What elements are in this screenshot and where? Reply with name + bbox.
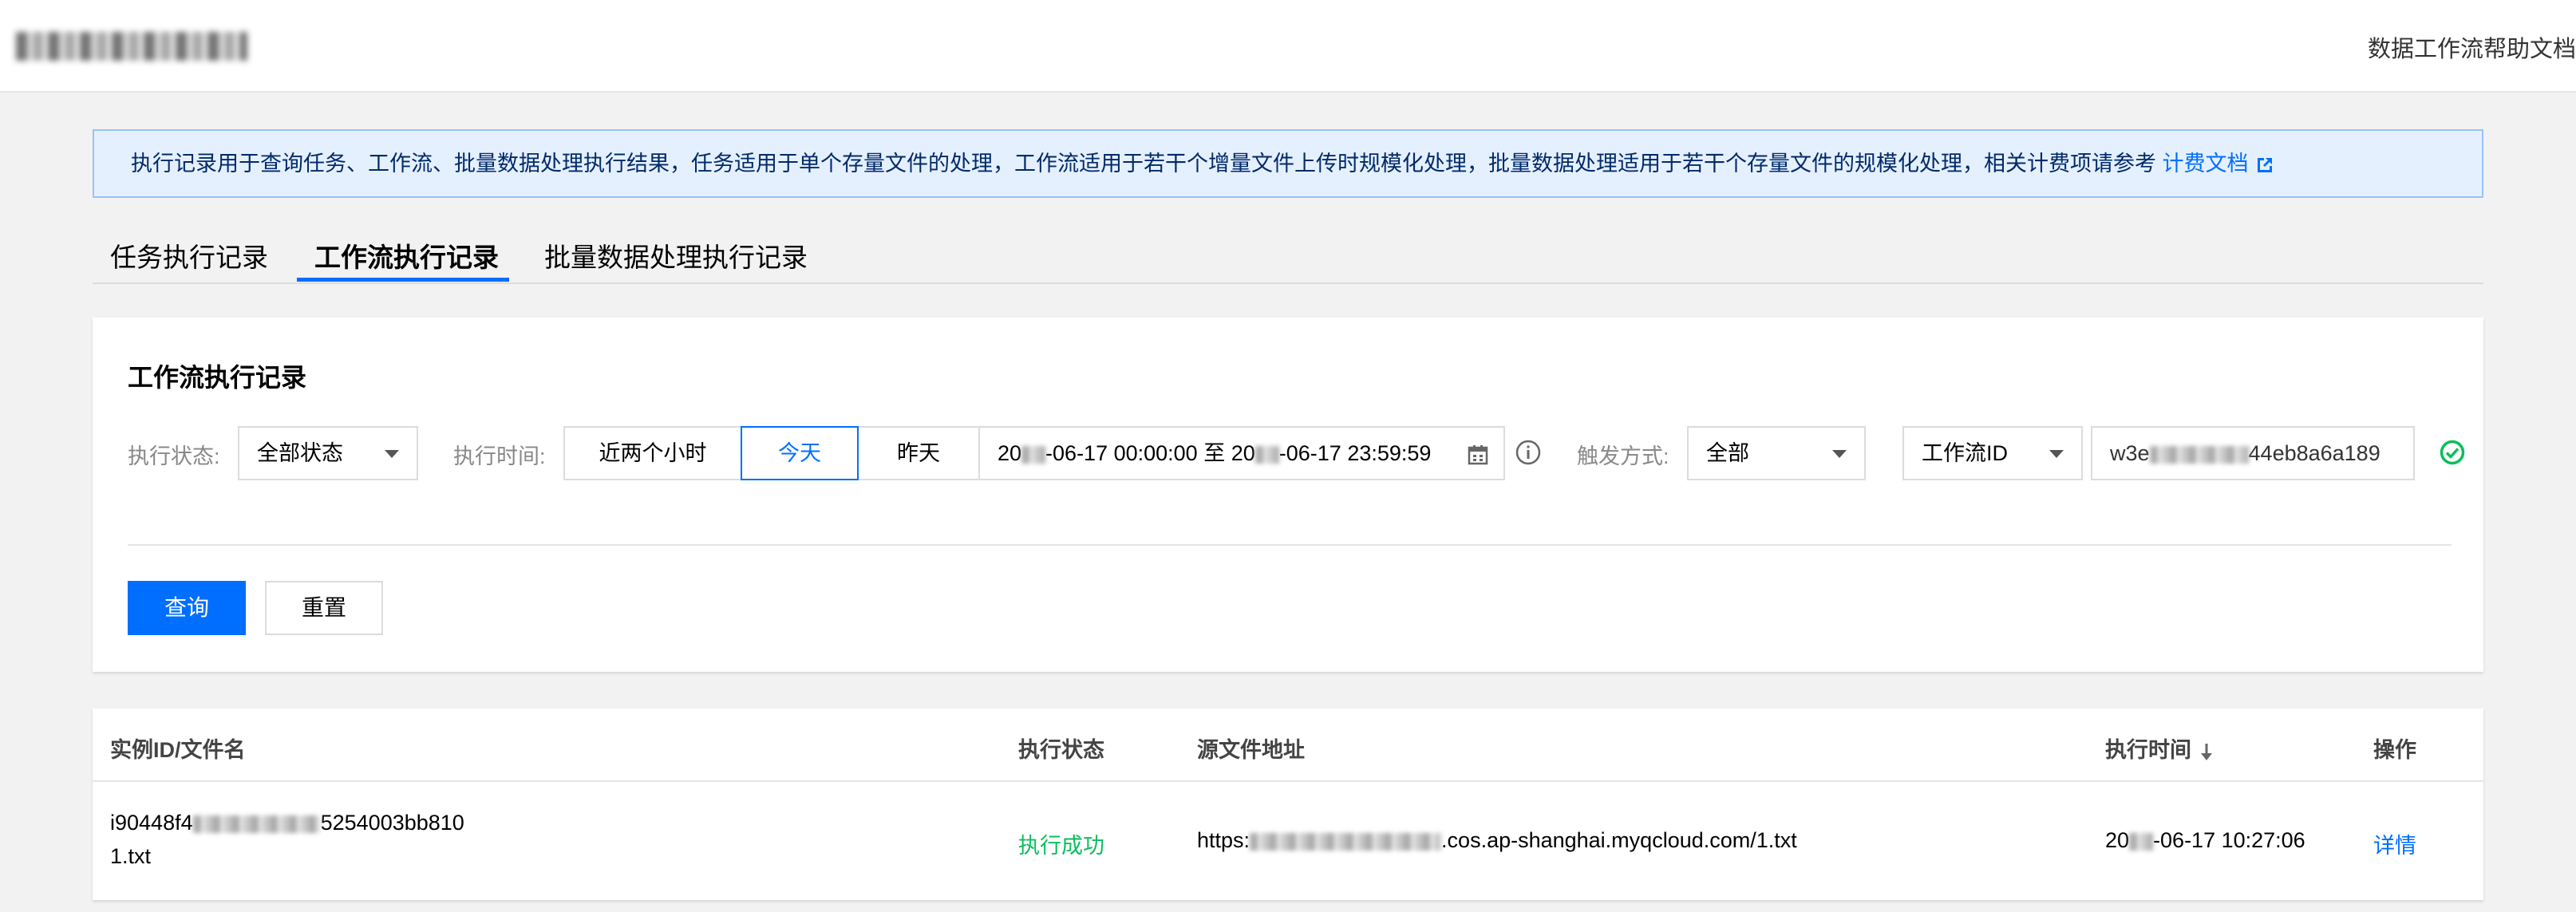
instance-id-prefix: i90448f4 xyxy=(110,811,193,835)
date-start-prefix: 20 xyxy=(998,441,1022,465)
execution-time: 20 -06-17 10:27:06 xyxy=(2105,828,2305,853)
date-range-picker[interactable]: 20 -06-17 00:00:00 至 20 -06-17 23:59:59 xyxy=(978,426,1505,480)
instance-id: i90448f4 5254003bb810 xyxy=(110,811,464,835)
source-url-prefix: https: xyxy=(1197,828,1250,852)
file-name: 1.txt xyxy=(110,844,152,868)
filter-divider xyxy=(128,544,2452,546)
top-bar: 数据工作流帮助文档 xyxy=(0,0,2576,93)
date-end-suffix: -06-17 23:59:59 xyxy=(1278,441,1432,465)
reset-button[interactable]: 重置 xyxy=(265,581,383,635)
trigger-select[interactable]: 全部 xyxy=(1687,426,1866,480)
check-circle-icon xyxy=(2440,440,2465,465)
workflow-id-prefix: w3e xyxy=(2110,441,2150,465)
table-header: 实例ID/文件名 执行状态 源文件地址 执行时间 操作 xyxy=(93,709,2483,782)
time-filter-label: 执行时间: xyxy=(453,444,546,468)
redacted-text xyxy=(2149,445,2249,464)
execution-time-suffix: -06-17 10:27:06 xyxy=(2153,828,2305,852)
external-link-icon[interactable] xyxy=(2255,156,2274,175)
workflow-id-input[interactable]: w3e 44eb8a6a189 xyxy=(2091,426,2415,480)
calendar-icon xyxy=(1468,445,1488,465)
time-option-today[interactable]: 今天 xyxy=(741,426,859,480)
column-header-source: 源文件地址 xyxy=(1197,738,1305,762)
status-select[interactable]: 全部状态 xyxy=(238,426,418,480)
source-file-url: https: .cos.ap-shanghai.myqcloud.com/1.tx… xyxy=(1197,828,1797,853)
workflow-id-suffix: 44eb8a6a189 xyxy=(2248,441,2380,465)
trigger-filter-label: 触发方式: xyxy=(1577,444,1669,468)
column-header-status: 执行状态 xyxy=(1018,738,1104,762)
info-notice: 执行记录用于查询任务、工作流、批量数据处理执行结果，任务适用于单个存量文件的处理… xyxy=(93,129,2483,198)
sort-descending-icon[interactable] xyxy=(2199,741,2214,762)
console-logo xyxy=(16,32,247,61)
notice-text: 执行记录用于查询任务、工作流、批量数据处理执行结果，任务适用于单个存量文件的处理… xyxy=(131,152,2156,176)
execution-time-prefix: 20 xyxy=(2105,828,2130,852)
panel-title: 工作流执行记录 xyxy=(128,363,307,392)
column-header-action: 操作 xyxy=(2373,738,2416,762)
redacted-text xyxy=(2129,832,2154,851)
column-header-instance: 实例ID/文件名 xyxy=(110,738,246,762)
chevron-down-icon xyxy=(1832,450,1847,458)
column-header-time-label[interactable]: 执行时间 xyxy=(2105,738,2191,762)
date-end-prefix: 20 xyxy=(1231,441,1255,465)
status-select-value: 全部状态 xyxy=(257,441,343,465)
billing-doc-link-label[interactable]: 计费文档 xyxy=(2163,152,2249,176)
status-success: 执行成功 xyxy=(1018,834,1104,858)
tab-task-records[interactable]: 任务执行记录 xyxy=(110,236,268,274)
chevron-down-icon xyxy=(385,450,399,458)
info-icon[interactable] xyxy=(1515,439,1542,466)
trigger-select-value: 全部 xyxy=(1706,441,1749,465)
time-option-last-two-hours[interactable]: 近两个小时 xyxy=(563,426,742,480)
tab-workflow-records[interactable]: 工作流执行记录 xyxy=(314,236,499,274)
redacted-text xyxy=(1250,832,1442,851)
instance-id-suffix: 5254003bb810 xyxy=(320,811,464,835)
query-button[interactable]: 查询 xyxy=(128,581,246,635)
date-start-suffix: -06-17 00:00:00 xyxy=(1045,441,1198,465)
details-link[interactable]: 详情 xyxy=(2373,828,2416,859)
records-table: 实例ID/文件名 执行状态 源文件地址 执行时间 操作 i90448f4 5254… xyxy=(93,709,2483,900)
record-tabs: 任务执行记录 工作流执行记录 批量数据处理执行记录 xyxy=(93,225,2483,284)
redacted-text xyxy=(1254,445,1279,464)
id-type-select[interactable]: 工作流ID xyxy=(1902,426,2083,480)
date-range-separator: 至 xyxy=(1203,441,1226,465)
chevron-down-icon xyxy=(2049,450,2064,458)
status-filter-label: 执行状态: xyxy=(128,444,220,468)
redacted-text xyxy=(1021,445,1046,464)
active-tab-indicator xyxy=(297,278,509,282)
redacted-text xyxy=(192,815,321,833)
time-option-yesterday[interactable]: 昨天 xyxy=(857,426,980,480)
id-type-select-value: 工作流ID xyxy=(1922,441,2008,465)
source-url-suffix: .cos.ap-shanghai.myqcloud.com/1.txt xyxy=(1441,828,1797,852)
filter-panel: 工作流执行记录 执行状态: 全部状态 执行时间: 近两个小时 今天 昨天 20-… xyxy=(93,318,2483,672)
billing-doc-link[interactable]: 计费文档 xyxy=(2163,152,2274,176)
tab-batch-records[interactable]: 批量数据处理执行记录 xyxy=(544,236,808,274)
help-docs-link[interactable]: 数据工作流帮助文档 xyxy=(2368,30,2576,64)
column-header-time[interactable]: 执行时间 xyxy=(2105,732,2214,764)
